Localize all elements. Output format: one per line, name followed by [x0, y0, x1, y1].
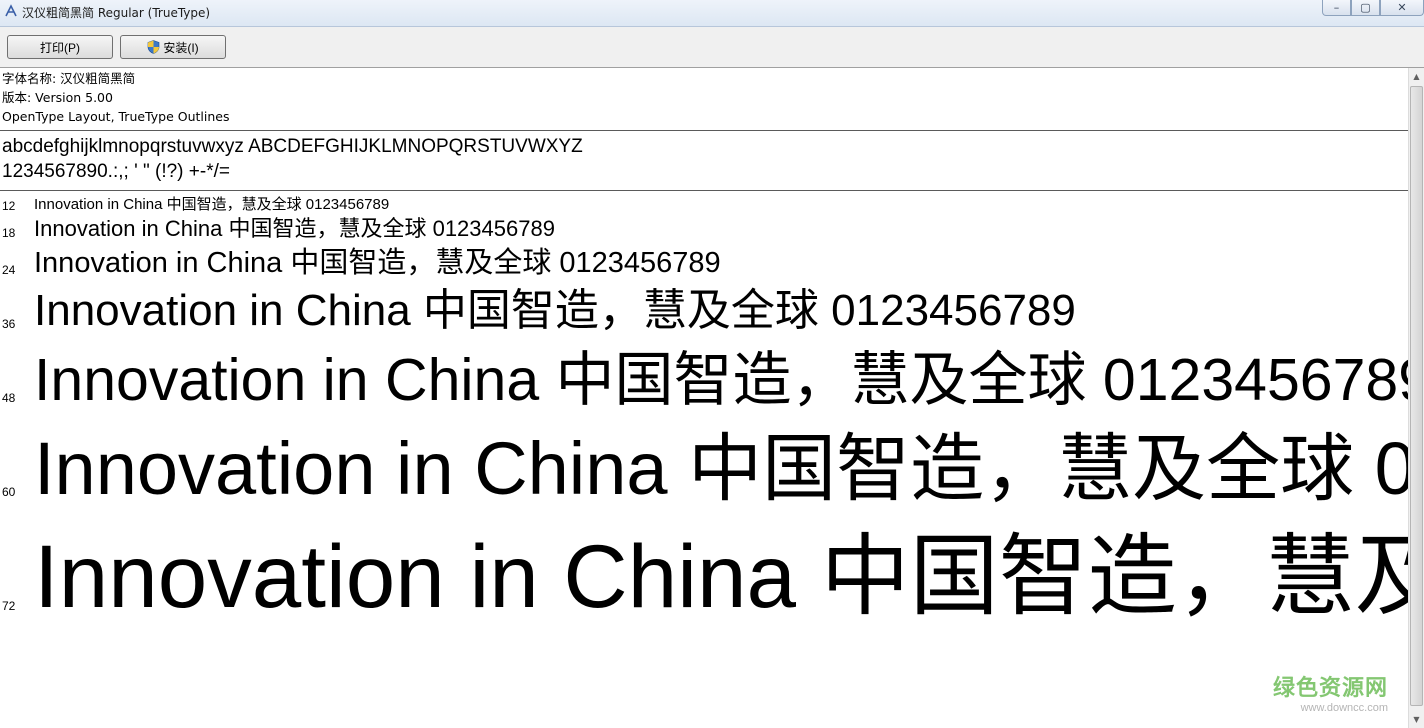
install-button-label: 安装(I) — [163, 40, 199, 55]
charset-letters: abcdefghijklmnopqrstuvwxyz ABCDEFGHIJKLM… — [2, 136, 583, 157]
minimize-button[interactable]: – — [1322, 0, 1351, 16]
close-button[interactable]: ✕ — [1380, 0, 1424, 16]
minimize-icon: – — [1333, 1, 1340, 14]
charset-digits-symbols: 1234567890.:,; ' " (!?) +-*/= — [2, 161, 230, 182]
sample-text: Innovation in China 中国智造，慧及全球 0123456789 — [34, 247, 721, 279]
font-icon — [5, 4, 17, 17]
sample-text: Innovation in China 中国智造，慧及全球 0123456789 — [34, 526, 1408, 626]
font-version-line: 版本: Version 5.00 — [2, 90, 113, 105]
size-label: 36 — [2, 317, 16, 331]
sample-text: Innovation in China 中国智造，慧及全球 0123456789 — [34, 216, 555, 241]
watermark-name: 绿色资源网 — [1272, 676, 1388, 701]
sample-text: Innovation in China 中国智造，慧及全球 0123456789 — [34, 427, 1408, 510]
watermark-url: www.downcc.com — [1300, 702, 1388, 714]
toolbar: 打印(P) 安装(I) — [0, 27, 1424, 68]
print-button-label: 打印(P) — [40, 40, 80, 55]
scroll-up-arrow-icon[interactable]: ▲ — [1409, 68, 1424, 85]
vertical-scrollbar[interactable]: ▲ ▼ — [1408, 68, 1424, 728]
print-button[interactable]: 打印(P) — [7, 35, 113, 59]
uac-shield-icon — [148, 40, 160, 54]
maximize-button[interactable]: ▢ — [1351, 0, 1380, 16]
size-label: 12 — [2, 199, 16, 213]
divider — [0, 130, 1408, 131]
close-icon: ✕ — [1397, 1, 1407, 14]
divider — [0, 190, 1408, 191]
font-viewer-window: 汉仪粗简黑简 Regular (TrueType) – ▢ ✕ 打印(P) 安装… — [0, 0, 1424, 728]
install-button[interactable]: 安装(I) — [120, 35, 226, 59]
size-label: 24 — [2, 263, 16, 277]
scroll-down-arrow-icon[interactable]: ▼ — [1409, 711, 1424, 728]
font-name-line: 字体名称: 汉仪粗简黑简 — [2, 71, 136, 86]
maximize-icon: ▢ — [1360, 1, 1371, 14]
watermark: 绿色资源网 www.downcc.com — [1273, 670, 1388, 714]
font-type-line: OpenType Layout, TrueType Outlines — [2, 109, 230, 124]
size-label: 60 — [2, 485, 16, 499]
size-label: 18 — [2, 226, 16, 240]
window-title: 汉仪粗简黑简 Regular (TrueType) — [22, 6, 211, 20]
title-bar[interactable]: 汉仪粗简黑简 Regular (TrueType) – ▢ ✕ — [0, 0, 1424, 27]
size-label: 48 — [2, 391, 16, 405]
size-label: 72 — [2, 599, 16, 613]
sample-text: Innovation in China 中国智造，慧及全球 0123456789 — [34, 196, 390, 213]
sample-text: Innovation in China 中国智造，慧及全球 0123456789 — [34, 347, 1408, 413]
font-preview-pane[interactable]: 字体名称: 汉仪粗简黑简 版本: Version 5.00 OpenType L… — [0, 68, 1408, 728]
window-controls: – ▢ ✕ — [1322, 0, 1424, 18]
sample-text: Innovation in China 中国智造，慧及全球 0123456789 — [34, 286, 1076, 335]
scroll-thumb[interactable] — [1410, 86, 1423, 706]
